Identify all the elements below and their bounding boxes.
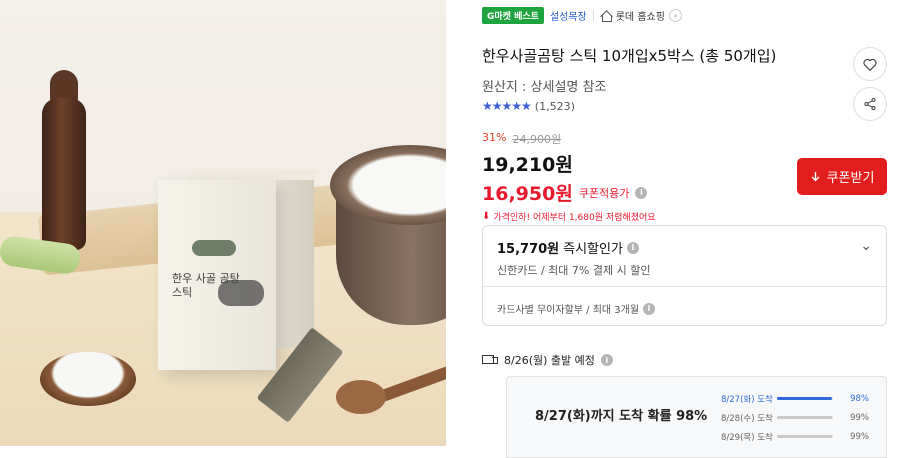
- arrival-probability-box: 8/27(화)까지 도착 확률 98% 8/27(화) 도착 98% 8/28(수)…: [506, 376, 887, 458]
- review-count: (1,523): [534, 99, 575, 113]
- price-down-icon: ⬇: [482, 211, 491, 222]
- installment-text: 카드사별 무이자할부 / 최대 3개월: [497, 305, 640, 316]
- departure-date: 8/26(월) 출발 예정: [504, 354, 595, 367]
- probability-bar: [777, 435, 833, 438]
- product-title: 한우사골곰탕 스틱 10개입x5박스 (총 50개입): [482, 47, 777, 65]
- card-price-label: 즉시할인가: [563, 242, 623, 257]
- seller-tag-row: G마켓 베스트 설성목장 롯데 홈쇼핑 ›: [482, 6, 682, 24]
- coupon-price-label: 쿠폰적용가: [578, 186, 630, 200]
- info-icon[interactable]: i: [643, 302, 656, 315]
- arrival-probability-title: 8/27(화)까지 도착 확률 98%: [535, 409, 708, 424]
- heart-icon: [863, 58, 877, 71]
- discount-row: 31% 24,900원: [482, 131, 656, 147]
- shipping-row: 8/26(월) 출발 예정 i: [482, 352, 613, 368]
- arrival-probability-row: 8/29(목) 도착 99%: [721, 427, 881, 446]
- home-icon: [600, 10, 612, 22]
- truck-icon: [482, 355, 498, 365]
- card-discount-price: 15,770원 즉시할인가 i: [497, 238, 639, 257]
- arrival-date-label: 8/28(수) 도착: [721, 413, 773, 424]
- chevron-right-icon: ›: [668, 8, 682, 22]
- card-price-value: 15,770원: [497, 242, 560, 257]
- product-info-panel: G마켓 베스트 설성목장 롯데 홈쇼핑 › 한우사골곰탕 스틱 10개입x5박스…: [470, 0, 900, 458]
- price-drop-notice: ⬇ 가격인하! 어제부터 1,680원 저렴해졌어요: [482, 210, 656, 223]
- divider: [592, 9, 594, 21]
- rating[interactable]: ★★★★★ (1,523): [482, 99, 575, 113]
- pepper-grinder: [38, 70, 90, 250]
- probability-bar-fill: [777, 397, 832, 400]
- star-rating-icon: ★★★★★: [482, 99, 532, 113]
- arrival-probability-row: 8/27(화) 도착 98%: [721, 389, 881, 408]
- sale-price: 19,210원: [482, 154, 573, 176]
- wishlist-button[interactable]: [853, 47, 887, 81]
- original-price: 24,900원: [512, 133, 562, 146]
- coupon-download-button[interactable]: 쿠폰받기: [797, 158, 887, 195]
- wooden-spoon: [336, 360, 446, 414]
- arrival-date-label: 8/29(목) 도착: [721, 432, 773, 443]
- divider: [483, 286, 886, 287]
- earthen-pot: [330, 145, 446, 335]
- coupon-button-label: 쿠폰받기: [826, 171, 875, 186]
- product-box: 한우 사골 곰탕 스틱: [158, 180, 276, 370]
- small-bowl: [40, 352, 136, 406]
- probability-value: 99%: [850, 431, 869, 442]
- probability-bar-fill: [777, 435, 833, 438]
- gmarket-best-badge[interactable]: G마켓 베스트: [482, 6, 544, 24]
- cow-illustration: [218, 280, 264, 306]
- store-link[interactable]: 롯데 홈쇼핑 ›: [600, 8, 682, 23]
- product-origin: 원산지 : 상세설명 참조: [482, 80, 607, 95]
- box-logo: [192, 240, 236, 256]
- info-icon[interactable]: i: [600, 354, 613, 366]
- coupon-price-row: 16,950원 쿠폰적용가 i: [482, 179, 656, 206]
- box-side: [276, 180, 314, 348]
- probability-bar: [777, 397, 833, 400]
- info-icon[interactable]: i: [635, 186, 648, 199]
- probability-value: 98%: [850, 393, 869, 404]
- card-discount-detail: 신한카드 / 최대 7% 결제 시 할인: [497, 264, 651, 277]
- price-block: 31% 24,900원 19,210원 16,950원 쿠폰적용가 i ⬇ 가격…: [482, 131, 656, 223]
- share-icon: [864, 97, 876, 111]
- chevron-down-icon[interactable]: ⌄: [860, 238, 872, 254]
- coupon-price: 16,950원: [482, 183, 573, 205]
- arrival-date-label: 8/27(화) 도착: [721, 394, 773, 405]
- probability-value: 99%: [850, 412, 869, 423]
- store-name: 롯데 홈쇼핑: [615, 11, 665, 23]
- arrival-probability-row: 8/28(수) 도착 99%: [721, 408, 881, 427]
- download-icon: [811, 171, 819, 181]
- seller-shop-link[interactable]: 설성목장: [550, 8, 587, 23]
- card-discount-box[interactable]: 15,770원 즉시할인가 i 신한카드 / 최대 7% 결제 시 할인 ⌄ 카…: [482, 225, 887, 326]
- arrival-probability-list: 8/27(화) 도착 98% 8/28(수) 도착 99% 8/29(목) 도착 99%: [721, 389, 881, 446]
- probability-bar-fill: [777, 416, 833, 419]
- price-drop-text: 가격인하! 어제부터 1,680원 저렴해졌어요: [493, 213, 656, 223]
- probability-bar: [777, 416, 833, 419]
- installment-info: 카드사별 무이자할부 / 최대 3개월 i: [497, 301, 656, 316]
- discount-percent: 31%: [482, 131, 507, 144]
- product-image[interactable]: 한우 사골 곰탕 스틱: [0, 0, 446, 446]
- share-button[interactable]: [853, 87, 887, 121]
- info-icon[interactable]: i: [626, 241, 639, 254]
